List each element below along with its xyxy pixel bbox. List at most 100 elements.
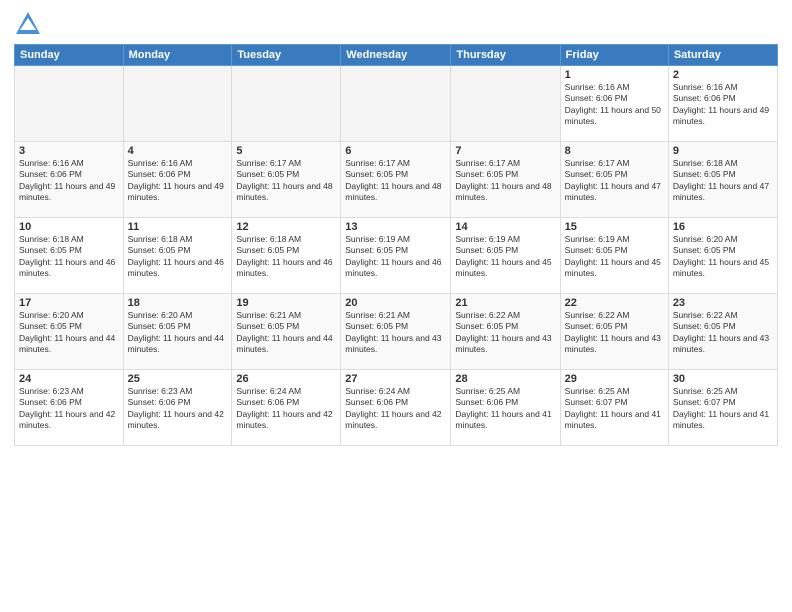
day-header-saturday: Saturday xyxy=(668,45,777,66)
logo-icon xyxy=(14,10,42,38)
day-info: Sunrise: 6:16 AMSunset: 6:06 PMDaylight:… xyxy=(565,82,664,128)
calendar-cell xyxy=(341,66,451,142)
calendar-week-5: 24Sunrise: 6:23 AMSunset: 6:06 PMDayligh… xyxy=(15,370,778,446)
day-number: 27 xyxy=(345,373,446,385)
day-number: 14 xyxy=(455,221,555,233)
calendar-week-1: 1Sunrise: 6:16 AMSunset: 6:06 PMDaylight… xyxy=(15,66,778,142)
day-number: 26 xyxy=(236,373,336,385)
calendar-week-4: 17 Sunrise: 6:20 AMSunset: 6:05 PMDayligh… xyxy=(15,294,778,370)
day-number: 6 xyxy=(345,145,446,157)
day-info: Sunrise: 6:17 AMSunset: 6:05 PMDaylight:… xyxy=(565,158,664,204)
logo xyxy=(14,10,46,38)
day-info: Sunrise: 6:19 AMSunset: 6:05 PMDaylight:… xyxy=(565,234,664,280)
calendar-cell xyxy=(15,66,124,142)
calendar-cell: 29Sunrise: 6:25 AMSunset: 6:07 PMDayligh… xyxy=(560,370,668,446)
calendar-cell: 17Sunrise: 6:20 AMSunset: 6:05 PMDayligh… xyxy=(15,294,124,370)
day-number: 1 xyxy=(565,69,664,81)
calendar-cell: 26Sunrise: 6:24 AMSunset: 6:06 PMDayligh… xyxy=(232,370,341,446)
calendar-cell: 8Sunrise: 6:17 AMSunset: 6:05 PMDaylight… xyxy=(560,142,668,218)
calendar-cell: 16Sunrise: 6:20 AMSunset: 6:05 PMDayligh… xyxy=(668,218,777,294)
day-info: Sunrise: 6:18 AMSunset: 6:05 PMDaylight:… xyxy=(128,234,228,280)
calendar-cell: 25Sunrise: 6:23 AMSunset: 6:06 PMDayligh… xyxy=(123,370,232,446)
calendar-cell xyxy=(232,66,341,142)
day-number: 12 xyxy=(236,221,336,233)
calendar-cell: 6Sunrise: 6:17 AMSunset: 6:05 PMDaylight… xyxy=(341,142,451,218)
calendar-cell: 13Sunrise: 6:19 AMSunset: 6:05 PMDayligh… xyxy=(341,218,451,294)
calendar-week-3: 10 Sunrise: 6:18 AMSunset: 6:05 PMDayligh… xyxy=(15,218,778,294)
calendar-table: SundayMondayTuesdayWednesdayThursdayFrid… xyxy=(14,44,778,446)
calendar-cell: 9Sunrise: 6:18 AMSunset: 6:05 PMDaylight… xyxy=(668,142,777,218)
header xyxy=(14,10,778,38)
calendar-cell: 14Sunrise: 6:19 AMSunset: 6:05 PMDayligh… xyxy=(451,218,560,294)
day-info: Sunrise: 6:21 AMSunset: 6:05 PMDaylight:… xyxy=(236,310,336,356)
calendar-cell: 20Sunrise: 6:21 AMSunset: 6:05 PMDayligh… xyxy=(341,294,451,370)
day-number: 16 xyxy=(673,221,773,233)
day-number: 4 xyxy=(128,145,228,157)
day-number: 5 xyxy=(236,145,336,157)
calendar-cell: 11Sunrise: 6:18 AMSunset: 6:05 PMDayligh… xyxy=(123,218,232,294)
day-number: 23 xyxy=(673,297,773,309)
calendar-cell: 3Sunrise: 6:16 AMSunset: 6:06 PMDaylight… xyxy=(15,142,124,218)
day-number: 22 xyxy=(565,297,664,309)
calendar-cell: 4Sunrise: 6:16 AMSunset: 6:06 PMDaylight… xyxy=(123,142,232,218)
day-number: 10 xyxy=(19,221,119,233)
day-number: 9 xyxy=(673,145,773,157)
day-header-tuesday: Tuesday xyxy=(232,45,341,66)
day-number: 28 xyxy=(455,373,555,385)
calendar-header-row: SundayMondayTuesdayWednesdayThursdayFrid… xyxy=(15,45,778,66)
day-number: 20 xyxy=(345,297,446,309)
day-info: Sunrise: 6:20 AMSunset: 6:05 PMDaylight:… xyxy=(128,310,228,356)
day-header-sunday: Sunday xyxy=(15,45,124,66)
day-header-thursday: Thursday xyxy=(451,45,560,66)
day-number: 11 xyxy=(128,221,228,233)
day-info: Sunrise: 6:25 AMSunset: 6:07 PMDaylight:… xyxy=(673,386,773,432)
day-info: Sunrise: 6:16 AMSunset: 6:06 PMDaylight:… xyxy=(128,158,228,204)
day-info: Sunrise: 6:19 AMSunset: 6:05 PMDaylight:… xyxy=(455,234,555,280)
calendar-cell: 22Sunrise: 6:22 AMSunset: 6:05 PMDayligh… xyxy=(560,294,668,370)
calendar-cell: 5Sunrise: 6:17 AMSunset: 6:05 PMDaylight… xyxy=(232,142,341,218)
day-info: Sunrise: 6:17 AMSunset: 6:05 PMDaylight:… xyxy=(236,158,336,204)
day-number: 25 xyxy=(128,373,228,385)
day-info: Sunrise: 6:23 AMSunset: 6:06 PMDaylight:… xyxy=(128,386,228,432)
day-number: 13 xyxy=(345,221,446,233)
day-info: Sunrise: 6:17 AMSunset: 6:05 PMDaylight:… xyxy=(345,158,446,204)
day-number: 17 xyxy=(19,297,119,309)
calendar-cell: 1Sunrise: 6:16 AMSunset: 6:06 PMDaylight… xyxy=(560,66,668,142)
day-info: Sunrise: 6:16 AMSunset: 6:06 PMDaylight:… xyxy=(19,158,119,204)
day-info: Sunrise: 6:21 AMSunset: 6:05 PMDaylight:… xyxy=(345,310,446,356)
day-number: 8 xyxy=(565,145,664,157)
day-info: Sunrise: 6:18 AMSunset: 6:05 PMDaylight:… xyxy=(673,158,773,204)
calendar-cell: 19Sunrise: 6:21 AMSunset: 6:05 PMDayligh… xyxy=(232,294,341,370)
calendar-cell: 12Sunrise: 6:18 AMSunset: 6:05 PMDayligh… xyxy=(232,218,341,294)
day-info: Sunrise: 6:25 AMSunset: 6:07 PMDaylight:… xyxy=(565,386,664,432)
day-info: Sunrise: 6:24 AMSunset: 6:06 PMDaylight:… xyxy=(236,386,336,432)
calendar-cell: 15Sunrise: 6:19 AMSunset: 6:05 PMDayligh… xyxy=(560,218,668,294)
day-header-monday: Monday xyxy=(123,45,232,66)
day-number: 7 xyxy=(455,145,555,157)
calendar-week-2: 3Sunrise: 6:16 AMSunset: 6:06 PMDaylight… xyxy=(15,142,778,218)
calendar-cell: 24Sunrise: 6:23 AMSunset: 6:06 PMDayligh… xyxy=(15,370,124,446)
day-header-wednesday: Wednesday xyxy=(341,45,451,66)
day-number: 3 xyxy=(19,145,119,157)
day-number: 2 xyxy=(673,69,773,81)
day-info: Sunrise: 6:17 AMSunset: 6:05 PMDaylight:… xyxy=(455,158,555,204)
calendar-cell xyxy=(123,66,232,142)
day-info: Sunrise: 6:25 AMSunset: 6:06 PMDaylight:… xyxy=(455,386,555,432)
day-info: Sunrise: 6:16 AMSunset: 6:06 PMDaylight:… xyxy=(673,82,773,128)
day-header-friday: Friday xyxy=(560,45,668,66)
day-number: 29 xyxy=(565,373,664,385)
calendar-cell: 23Sunrise: 6:22 AMSunset: 6:05 PMDayligh… xyxy=(668,294,777,370)
day-number: 15 xyxy=(565,221,664,233)
calendar-cell: 2Sunrise: 6:16 AMSunset: 6:06 PMDaylight… xyxy=(668,66,777,142)
day-info: Sunrise: 6:22 AMSunset: 6:05 PMDaylight:… xyxy=(565,310,664,356)
calendar-cell: 30Sunrise: 6:25 AMSunset: 6:07 PMDayligh… xyxy=(668,370,777,446)
calendar-cell: 27Sunrise: 6:24 AMSunset: 6:06 PMDayligh… xyxy=(341,370,451,446)
day-number: 18 xyxy=(128,297,228,309)
day-number: 21 xyxy=(455,297,555,309)
calendar-cell: 10Sunrise: 6:18 AMSunset: 6:05 PMDayligh… xyxy=(15,218,124,294)
calendar-cell: 28Sunrise: 6:25 AMSunset: 6:06 PMDayligh… xyxy=(451,370,560,446)
day-info: Sunrise: 6:18 AMSunset: 6:05 PMDaylight:… xyxy=(236,234,336,280)
day-info: Sunrise: 6:23 AMSunset: 6:06 PMDaylight:… xyxy=(19,386,119,432)
day-info: Sunrise: 6:22 AMSunset: 6:05 PMDaylight:… xyxy=(673,310,773,356)
calendar-cell xyxy=(451,66,560,142)
